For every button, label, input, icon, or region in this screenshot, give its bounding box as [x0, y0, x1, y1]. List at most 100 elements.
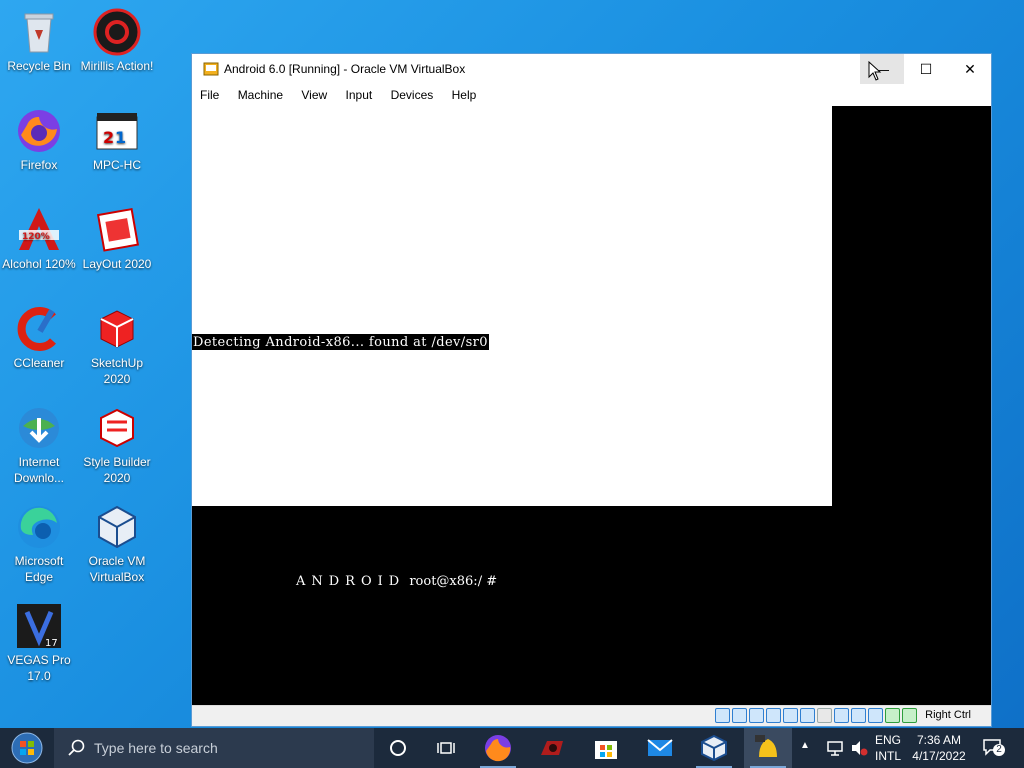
mouse-integration-icon[interactable] [885, 708, 900, 723]
guest-boot-area [192, 106, 832, 506]
desktop-icon-label: Alcohol 120% [2, 257, 76, 271]
clock[interactable]: 7:36 AM 4/17/2022 [906, 732, 972, 764]
taskbar-firefox[interactable] [474, 728, 522, 768]
microsoft-store-icon [595, 741, 617, 759]
minimize-button[interactable]: — [860, 54, 904, 84]
android-logo-text: ANDROID [296, 574, 406, 589]
windows-start-icon [11, 732, 43, 764]
svg-text:1: 1 [115, 128, 126, 147]
usb-icon[interactable] [783, 708, 798, 723]
svg-text:2: 2 [103, 128, 114, 147]
desktop-icon-label: Firefox [20, 158, 58, 172]
shared-folders-icon[interactable] [800, 708, 815, 723]
desktop-icon-microsoft-edge[interactable]: Microsoft Edge [0, 503, 78, 585]
shell-prompt: root@x86:/ # [409, 574, 498, 589]
microsoft-edge-icon [15, 503, 63, 551]
task-view-icon [437, 742, 455, 754]
maximize-button[interactable]: ☐ [904, 54, 948, 84]
search-icon [68, 739, 85, 756]
menu-help[interactable]: Help [444, 84, 484, 102]
clock-time: 7:36 AM [916, 733, 962, 747]
desktop-icon-alcohol[interactable]: 120% Alcohol 120% [0, 206, 78, 272]
desktop-icon-internet-download-manager[interactable]: Internet Downlo... [0, 404, 78, 486]
layout-icon [93, 206, 141, 254]
notification-center-button[interactable]: 2 [982, 738, 1005, 758]
notification-count-badge: 2 [993, 744, 1005, 756]
cpu-icon[interactable] [868, 708, 883, 723]
network-icon[interactable] [766, 708, 781, 723]
desktop-icon-label: Recycle Bin [7, 59, 71, 73]
desktop-icon-label: Internet Downlo... [13, 455, 65, 485]
taskbar-virtualbox-vm[interactable] [744, 728, 792, 768]
desktop-icon-label: MPC-HC [93, 158, 141, 172]
desktop-icon-style-builder[interactable]: Style Builder 2020 [78, 404, 156, 486]
network-tray-icon[interactable] [826, 739, 844, 760]
desktop-icon-vegas-pro[interactable]: 17 VEGAS Pro 17.0 [0, 602, 78, 684]
virtualbox-icon [701, 734, 727, 762]
host-key-label: Right Ctrl [925, 709, 971, 721]
cortana-button[interactable] [374, 728, 422, 768]
alcohol-120-icon: 120% [15, 206, 63, 254]
search-placeholder: Type here to search [94, 740, 218, 756]
menu-view[interactable]: View [293, 84, 334, 102]
display-icon[interactable] [817, 708, 832, 723]
menu-machine[interactable]: Machine [230, 84, 290, 102]
desktop-icon-virtualbox[interactable]: Oracle VM VirtualBox [78, 503, 156, 585]
desktop-icon-label: SketchUp 2020 [90, 356, 144, 386]
desktop-icon-label: Oracle VM VirtualBox [88, 554, 146, 584]
close-button[interactable]: ✕ [948, 54, 992, 84]
desktop-icon-ccleaner[interactable]: CCleaner [0, 305, 78, 371]
menu-input[interactable]: Input [338, 84, 380, 102]
mirillis-action-icon [541, 741, 563, 755]
desktop-icon-mirillis-action[interactable]: Mirillis Action! [78, 8, 156, 74]
menu-devices[interactable]: Devices [383, 84, 441, 102]
desktop-icon-label: VEGAS Pro 17.0 [7, 653, 71, 683]
desktop-icon-sketchup[interactable]: SketchUp 2020 [78, 305, 156, 387]
boot-detect-line: Detecting Android-x86... found at /dev/s… [192, 334, 489, 350]
virtualbox-vm-icon [755, 735, 777, 757]
mpc-hc-icon: 21 [93, 107, 141, 155]
virtualbox-window[interactable]: Android 6.0 [Running] - Oracle VM Virtua… [191, 53, 992, 727]
firefox-icon [15, 107, 63, 155]
desktop-icon-label: Microsoft Edge [14, 554, 64, 584]
start-button[interactable] [0, 728, 54, 768]
keyboard-capture-icon[interactable] [902, 708, 917, 723]
hard-disk-icon[interactable] [715, 708, 730, 723]
task-view-button[interactable] [422, 728, 470, 768]
taskbar-microsoft-store[interactable] [582, 728, 630, 768]
firefox-icon [485, 735, 511, 762]
keyboard-layout: INTL [874, 749, 901, 763]
recycle-bin-icon [15, 8, 63, 56]
desktop-icon-label: LayOut 2020 [82, 257, 152, 271]
menu-file[interactable]: File [192, 84, 226, 102]
audio-icon[interactable] [749, 708, 764, 723]
taskbar-virtualbox[interactable] [690, 728, 738, 768]
input-language-indicator[interactable]: ENG INTL [872, 732, 904, 764]
window-title: Android 6.0 [Running] - Oracle VM Virtua… [224, 62, 466, 76]
vm-status-bar: Right Ctrl [192, 705, 991, 726]
desktop-icon-label: Style Builder 2020 [83, 455, 151, 485]
video-capture-icon[interactable] [834, 708, 849, 723]
mouse-cursor [868, 60, 882, 84]
menu-bar: File Machine View Input Devices Help [192, 84, 991, 106]
tray-overflow-button[interactable]: ▲ [800, 740, 810, 751]
taskbar: Type here to search ▲ ENG INTL 7:36 AM 4… [0, 728, 1024, 768]
sketchup-icon [93, 305, 141, 353]
desktop-icon-label: Mirillis Action! [80, 59, 154, 73]
internet-download-manager-icon [15, 404, 63, 452]
virtualbox-app-icon [203, 61, 219, 77]
taskbar-search-box[interactable]: Type here to search [54, 728, 374, 768]
desktop-icon-mpc-hc[interactable]: 21 MPC-HC [78, 107, 156, 173]
optical-drive-icon[interactable] [732, 708, 747, 723]
clock-date: 4/17/2022 [912, 749, 966, 763]
taskbar-mail[interactable] [636, 728, 684, 768]
desktop-icon-firefox[interactable]: Firefox [0, 107, 78, 173]
taskbar-mirillis[interactable] [528, 728, 576, 768]
recording-icon[interactable] [851, 708, 866, 723]
desktop-icon-recycle-bin[interactable]: Recycle Bin [0, 8, 78, 74]
android-shell-prompt: ANDROID root@x86:/ # [296, 574, 497, 589]
volume-muted-icon[interactable] [850, 739, 868, 760]
desktop-icon-layout[interactable]: LayOut 2020 [78, 206, 156, 272]
guest-display[interactable]: Detecting Android-x86... found at /dev/s… [192, 106, 991, 707]
cortana-icon [390, 740, 406, 756]
